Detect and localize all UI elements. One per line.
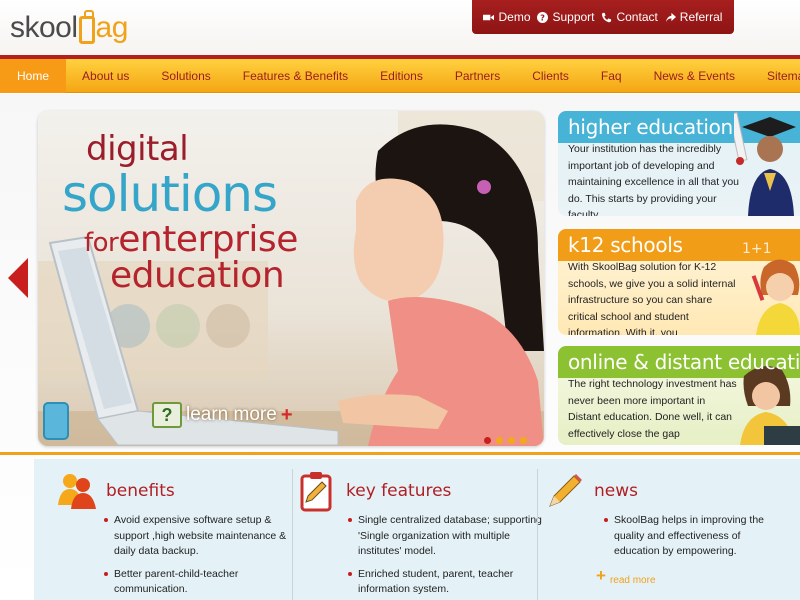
list-item: Single centralized database; supporting … (348, 513, 548, 560)
demo-link-label: Demo (498, 10, 531, 24)
column-divider (537, 469, 538, 600)
question-box-icon: ? (152, 402, 182, 428)
child-photo: 1+1 (742, 241, 800, 335)
main-nav: Home About us Solutions Features & Benef… (0, 58, 800, 93)
panel-title-k12-schools: k12 schools (568, 233, 683, 257)
graduate-photo (734, 112, 796, 216)
news-item[interactable]: SkoolBag helps in improving the quality … (604, 513, 782, 560)
hero-headline-enterprise-word: enterprise (118, 219, 298, 260)
pencil-icon (549, 474, 582, 507)
slider-pagination (484, 437, 527, 444)
question-icon: ? (537, 11, 549, 23)
nav-item-features-benefits[interactable]: Features & Benefits (227, 59, 364, 93)
panel-title-online-distant-education: online & distant education (568, 350, 800, 374)
support-link[interactable]: ? Support (537, 10, 595, 24)
contact-link[interactable]: Contact (601, 10, 658, 24)
panel-k12-schools[interactable]: 1+1 k12 schools With SkoolBag solution f… (558, 229, 800, 335)
header: skool ag Demo ? Support Contact Referral (0, 0, 800, 58)
slider-dot-4[interactable] (520, 437, 527, 444)
benefits-list: Avoid expensive software setup & support… (104, 513, 304, 600)
support-link-label: Support (552, 10, 595, 24)
hero-headline-education: education (110, 255, 285, 296)
list-item: Better parent-child-teacher communicatio… (104, 567, 304, 598)
slider-prev-arrow-icon[interactable] (8, 258, 28, 298)
read-more-link[interactable]: + read more (596, 566, 656, 586)
logo-text-skool: skool (10, 11, 78, 44)
svg-text:?: ? (541, 12, 546, 22)
referral-link-label: Referral (679, 10, 723, 24)
benefits-column: benefits Avoid expensive software setup … (56, 459, 306, 600)
bottom-info-section: benefits Avoid expensive software setup … (34, 459, 800, 600)
people-icon (58, 474, 96, 509)
site-logo[interactable]: skool ag (10, 6, 128, 50)
slider-dot-1[interactable] (484, 437, 491, 444)
key-features-list: Single centralized database; supporting … (348, 513, 548, 600)
nav-item-clients[interactable]: Clients (516, 59, 585, 93)
column-divider (292, 469, 293, 600)
logo-text-ag: ag (95, 11, 129, 44)
key-features-header: key features (296, 471, 452, 512)
hero-headline-digital: digital (86, 129, 189, 169)
hero-headline-for: for (84, 228, 119, 258)
news-header: news (544, 471, 638, 511)
nav-item-about-us[interactable]: About us (66, 59, 145, 93)
nav-item-home[interactable]: Home (0, 58, 67, 93)
benefits-title: benefits (106, 481, 175, 501)
contact-link-label: Contact (616, 10, 658, 24)
share-icon (665, 12, 676, 22)
plus-icon: + (596, 566, 606, 585)
panel-online-distant-education[interactable]: online & distant education The right tec… (558, 346, 800, 445)
learn-more-label: learn more (186, 404, 277, 425)
nav-item-news-events[interactable]: News & Events (638, 59, 751, 93)
phone-icon (602, 12, 612, 22)
news-title: news (594, 481, 638, 501)
panel-higher-education[interactable]: higher education Your institution has th… (558, 111, 800, 216)
nav-item-sitemap[interactable]: Sitemap (751, 59, 800, 93)
top-links-bar: Demo ? Support Contact Referral (472, 0, 734, 34)
news-column: news SkoolBag helps in improving the qua… (544, 459, 794, 600)
hero-banner: digital solutions forenterprise educatio… (38, 111, 544, 446)
read-more-label: read more (609, 574, 656, 586)
panel-text-k12-schools: With SkoolBag solution for K-12 schools,… (568, 261, 736, 335)
panel-text-online-distant-education: The right technology investment has neve… (568, 378, 737, 440)
nav-item-partners[interactable]: Partners (439, 59, 516, 93)
plus-icon: + (280, 403, 293, 426)
list-item: Enriched student, parent, teacher inform… (348, 567, 548, 598)
list-item: Avoid expensive software setup & support… (104, 513, 304, 560)
hero-headline-solutions: solutions (62, 165, 278, 223)
nav-item-faq[interactable]: Faq (585, 59, 638, 93)
svg-text:1+1: 1+1 (742, 241, 772, 257)
key-features-column: key features Single centralized database… (296, 459, 546, 600)
key-features-title: key features (346, 481, 452, 501)
bag-icon (78, 10, 95, 44)
demo-link[interactable]: Demo (483, 10, 531, 24)
slider-dot-3[interactable] (508, 437, 515, 444)
video-icon (483, 14, 495, 20)
nav-item-editions[interactable]: Editions (364, 59, 439, 93)
section-divider (0, 452, 800, 455)
benefits-header: benefits (56, 471, 175, 511)
learn-more-button[interactable]: ? learn more + (152, 402, 293, 428)
panel-text-higher-education: Your institution has the incredibly impo… (568, 143, 740, 216)
referral-link[interactable]: Referral (665, 10, 723, 24)
slider-dot-2[interactable] (496, 437, 503, 444)
nav-item-solutions[interactable]: Solutions (145, 59, 226, 93)
panel-title-higher-education: higher education (568, 115, 733, 139)
hero-headline-enterprise: forenterprise (84, 219, 298, 260)
clipboard-icon (300, 472, 332, 512)
page: skool ag Demo ? Support Contact Referral (0, 0, 800, 600)
